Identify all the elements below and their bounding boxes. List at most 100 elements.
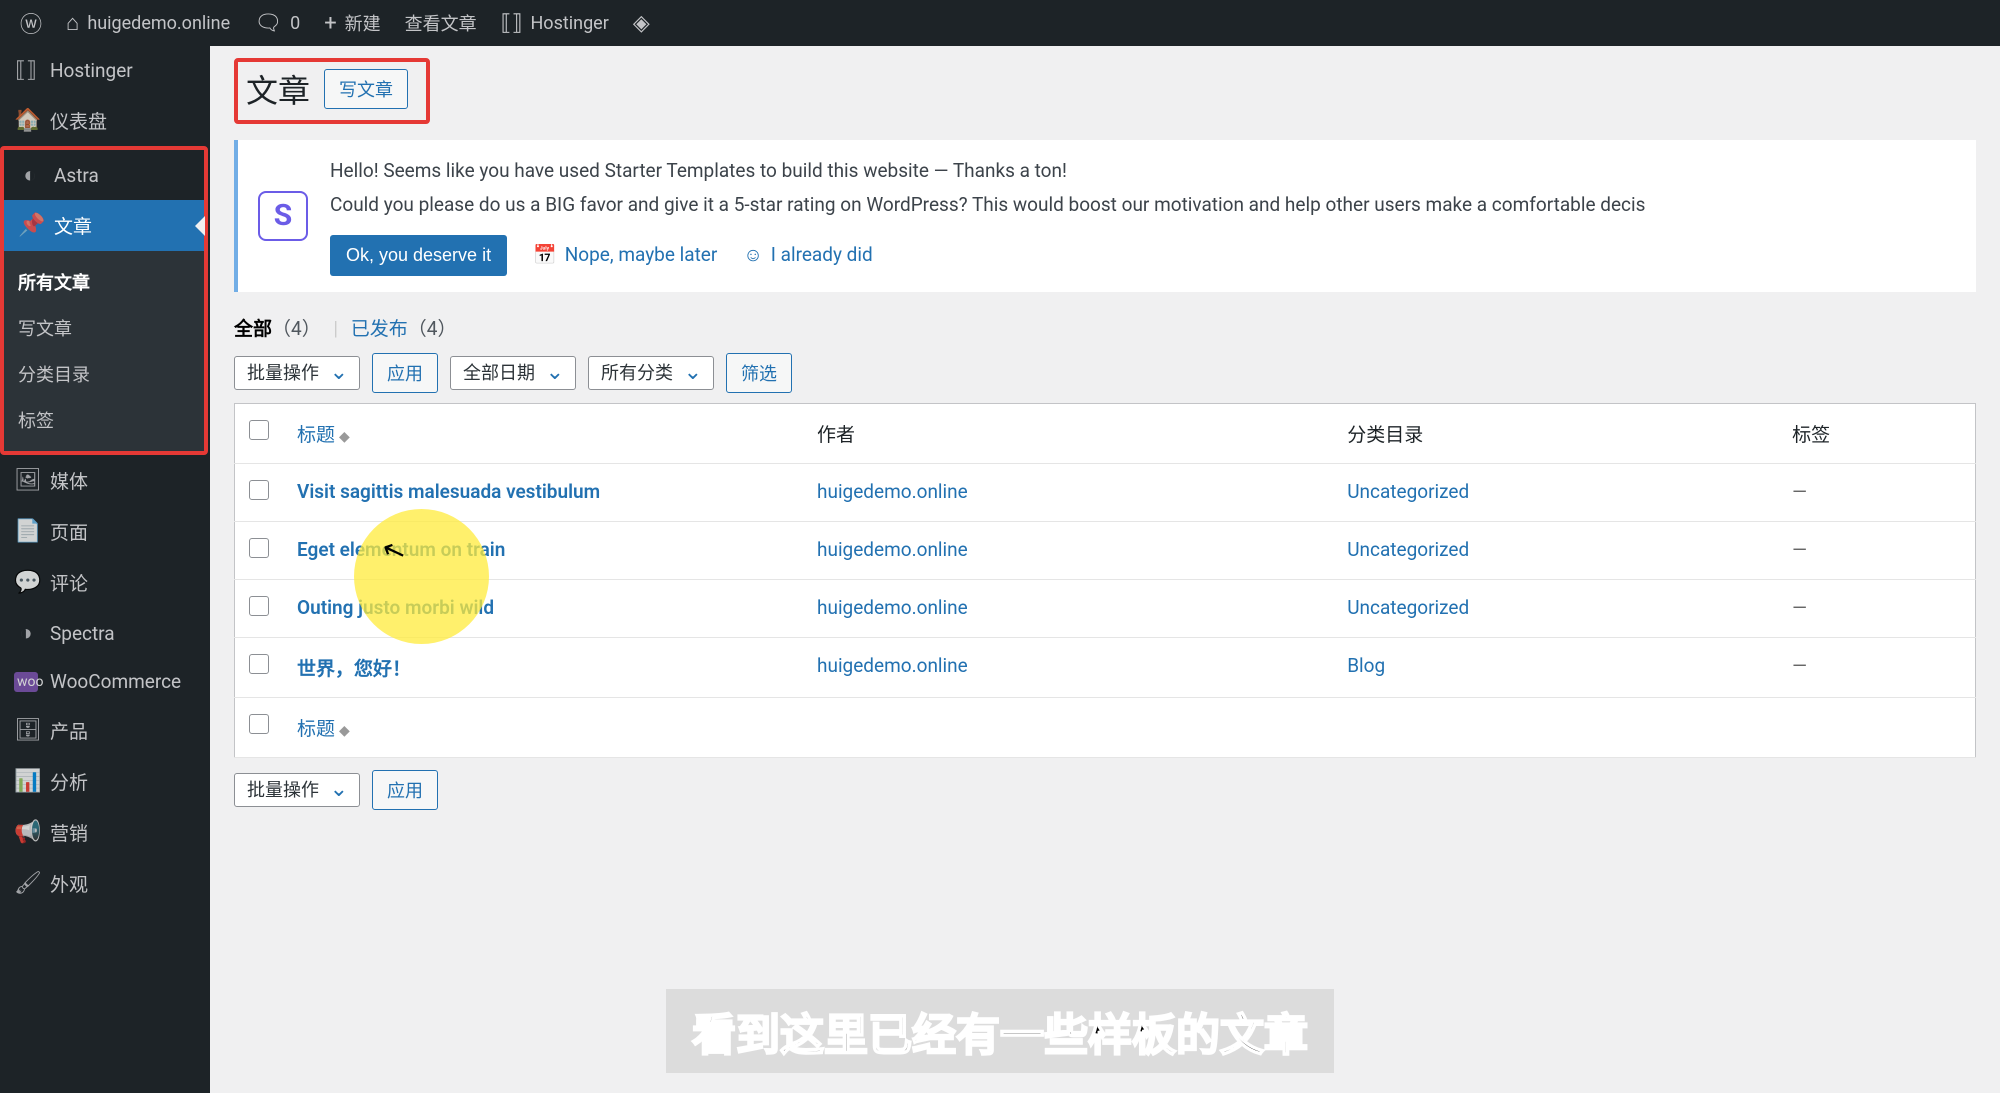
row-checkbox[interactable] xyxy=(249,596,269,616)
sidebar-astra-label: Astra xyxy=(54,164,99,187)
sidebar-item-comments[interactable]: 💬 评论 xyxy=(0,557,210,608)
sidebar-comments-label: 评论 xyxy=(50,569,88,596)
notice-body: Hello! Seems like you have used Starter … xyxy=(330,156,1956,276)
highlight-red-box-sidebar: ◐Astra 📌文章 所有文章 写文章 分类目录 标签 xyxy=(0,146,208,455)
notice-actions: Ok, you deserve it 📅Nope, maybe later ☺I… xyxy=(330,235,1956,276)
table-body: Visit sagittis malesuada vestibulum huig… xyxy=(235,463,1976,697)
row-checkbox[interactable] xyxy=(249,480,269,500)
filter-button[interactable]: 筛选 xyxy=(726,353,792,393)
view-post[interactable]: 查看文章 xyxy=(393,0,489,46)
sidebar-subitem-tags[interactable]: 标签 xyxy=(4,397,204,443)
sidebar-media-label: 媒体 xyxy=(50,467,88,494)
post-title-link[interactable]: 世界，您好！ xyxy=(297,657,411,680)
post-category-link[interactable]: Uncategorized xyxy=(1347,538,1469,561)
notice-nope-link[interactable]: 📅Nope, maybe later xyxy=(533,240,717,270)
sidebar-item-products[interactable]: 🗄产品 xyxy=(0,705,210,756)
sidebar-subitem-new-post[interactable]: 写文章 xyxy=(4,305,204,351)
date-filter-select[interactable]: 全部日期 xyxy=(450,356,576,390)
sidebar-woo-label: WooCommerce xyxy=(50,670,181,693)
wp-logo-icon: ⓦ xyxy=(20,7,42,39)
add-new-post-button[interactable]: 写文章 xyxy=(324,69,408,109)
table-row: Visit sagittis malesuada vestibulum huig… xyxy=(235,463,1976,521)
tablenav-bottom: 批量操作 应用 xyxy=(234,770,1976,810)
select-all-footer[interactable] xyxy=(235,697,284,757)
extra-bar-item[interactable]: ◈ xyxy=(621,0,662,46)
post-category-link[interactable]: Uncategorized xyxy=(1347,480,1469,503)
select-all-header[interactable] xyxy=(235,403,284,463)
post-author-link[interactable]: huigedemo.online xyxy=(817,538,968,561)
post-category-link[interactable]: Uncategorized xyxy=(1347,596,1469,619)
col-tags[interactable]: 标签 xyxy=(1778,403,1975,463)
bulk-action-select-wrap-bottom: 批量操作 xyxy=(234,773,360,807)
sidebar-item-hostinger[interactable]: ⟦⟧Hostinger xyxy=(0,46,210,95)
sidebar-item-analytics[interactable]: 📊分析 xyxy=(0,756,210,807)
col-author-footer[interactable] xyxy=(803,697,1333,757)
filter-all[interactable]: 全部 xyxy=(234,317,272,340)
notice-nope-label: Nope, maybe later xyxy=(565,240,718,270)
home-icon: ⌂ xyxy=(66,10,79,36)
sidebar-item-posts[interactable]: 📌文章 xyxy=(4,200,204,251)
wp-logo[interactable]: ⓦ xyxy=(8,0,54,46)
notice-ok-button[interactable]: Ok, you deserve it xyxy=(330,235,507,276)
bulk-apply-button[interactable]: 应用 xyxy=(372,353,438,393)
sidebar-item-marketing[interactable]: 📢营销 xyxy=(0,807,210,858)
row-checkbox[interactable] xyxy=(249,654,269,674)
col-category[interactable]: 分类目录 xyxy=(1333,403,1778,463)
select-all-checkbox-footer[interactable] xyxy=(249,714,269,734)
analytics-icon: 📊 xyxy=(14,769,38,794)
select-all-checkbox[interactable] xyxy=(249,420,269,440)
col-author[interactable]: 作者 xyxy=(803,403,1333,463)
hostinger-bar[interactable]: ⟦⟧Hostinger xyxy=(489,0,621,46)
starter-templates-notice: S Hello! Seems like you have used Starte… xyxy=(234,140,1976,292)
row-checkbox[interactable] xyxy=(249,538,269,558)
sidebar-appearance-label: 外观 xyxy=(50,870,88,897)
notice-line2: Could you please do us a BIG favor and g… xyxy=(330,190,1956,220)
sidebar-item-media[interactable]: 🖼媒体 xyxy=(0,455,210,506)
post-author-link[interactable]: huigedemo.online xyxy=(817,654,968,677)
plus-icon: + xyxy=(324,11,336,36)
sidebar-item-spectra[interactable]: ◑Spectra xyxy=(0,608,210,658)
status-filters: 全部（4） | 已发布（4） xyxy=(234,314,1976,341)
comments-icon: 💬 xyxy=(14,570,38,595)
notice-line1: Hello! Seems like you have used Starter … xyxy=(330,156,1956,186)
site-name[interactable]: ⌂huigedemo.online xyxy=(54,0,242,46)
sidebar-item-dashboard[interactable]: 🏠仪表盘 xyxy=(0,95,210,146)
col-title-footer[interactable]: 标题◆ xyxy=(283,697,803,757)
new-content[interactable]: +新建 xyxy=(312,0,392,46)
post-title-link[interactable]: Visit sagittis malesuada vestibulum xyxy=(297,480,600,503)
post-tags: — xyxy=(1778,463,1975,521)
hostinger-sidebar-icon: ⟦⟧ xyxy=(14,58,38,83)
sidebar-subitem-categories[interactable]: 分类目录 xyxy=(4,351,204,397)
bulk-action-select-bottom[interactable]: 批量操作 xyxy=(234,773,360,807)
col-title[interactable]: 标题◆ xyxy=(283,403,803,463)
col-tags-footer[interactable] xyxy=(1778,697,1975,757)
bulk-action-select[interactable]: 批量操作 xyxy=(234,356,360,390)
posts-table: 标题◆ 作者 分类目录 标签 Visit sagittis malesuada … xyxy=(234,403,1976,758)
post-category-link[interactable]: Blog xyxy=(1347,654,1385,677)
bulk-action-select-wrap: 批量操作 xyxy=(234,356,360,390)
posts-submenu: 所有文章 写文章 分类目录 标签 xyxy=(4,251,204,451)
woo-icon: woo xyxy=(14,672,38,692)
page-title: 文章 xyxy=(246,66,310,112)
notice-already-link[interactable]: ☺I already did xyxy=(743,240,872,270)
date-filter-wrap: 全部日期 xyxy=(450,356,576,390)
cat-filter-select[interactable]: 所有分类 xyxy=(588,356,714,390)
bulk-apply-button-bottom[interactable]: 应用 xyxy=(372,770,438,810)
sort-icon: ◆ xyxy=(339,429,350,445)
post-author-link[interactable]: huigedemo.online xyxy=(817,480,968,503)
post-tags: — xyxy=(1778,637,1975,697)
post-title-link[interactable]: Outing justo morbi wild xyxy=(297,596,494,619)
post-author-link[interactable]: huigedemo.online xyxy=(817,596,968,619)
sidebar-subitem-all-posts[interactable]: 所有文章 xyxy=(4,259,204,305)
megaphone-icon: 📢 xyxy=(14,820,38,845)
filter-published[interactable]: 已发布 xyxy=(351,317,408,340)
sidebar-item-pages[interactable]: 📄页面 xyxy=(0,506,210,557)
post-title-link[interactable]: Eget elementum on train xyxy=(297,538,505,561)
sidebar-item-appearance[interactable]: 🖌外观 xyxy=(0,858,210,909)
comments-count[interactable]: 🗨0 xyxy=(242,0,312,46)
sidebar-item-woocommerce[interactable]: woo WooCommerce xyxy=(0,658,210,705)
table-footer-row: 标题◆ xyxy=(235,697,1976,757)
sidebar-item-astra[interactable]: ◐Astra xyxy=(4,150,204,200)
sidebar-pages-label: 页面 xyxy=(50,518,88,545)
col-category-footer[interactable] xyxy=(1333,697,1778,757)
